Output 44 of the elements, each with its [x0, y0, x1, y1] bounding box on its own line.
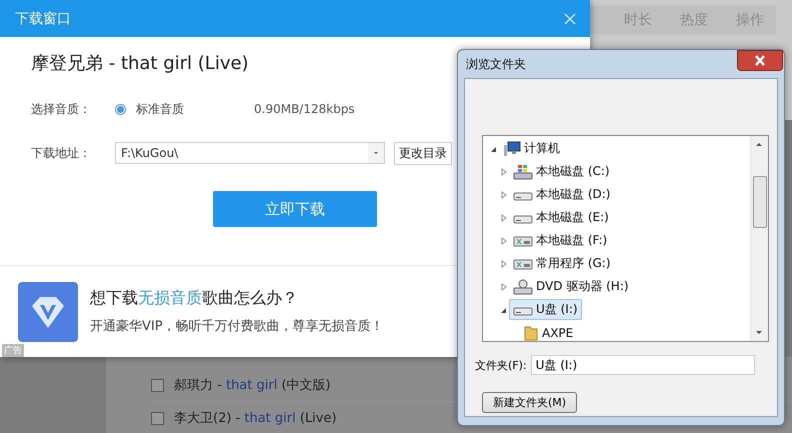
tree-item[interactable]: U盘 (I:) — [509, 299, 582, 320]
scroll-down-icon[interactable] — [754, 329, 764, 337]
folder-icon — [523, 324, 539, 340]
new-folder-button[interactable]: 新建文件夹(M) — [482, 392, 578, 413]
tree-item[interactable]: 本地磁盘 (E:) — [509, 207, 613, 228]
ad-label: 广告 — [2, 344, 24, 357]
checkbox[interactable] — [151, 412, 164, 424]
window-title: 浏览文件夹 — [466, 56, 526, 72]
drive-icon — [513, 164, 533, 180]
folder-field[interactable]: U盘 (I:) — [530, 355, 755, 375]
checkbox[interactable] — [151, 378, 164, 392]
tree-item[interactable]: 本地磁盘 (D:) — [509, 184, 614, 205]
path-dropdown[interactable]: F:\KuGou\ — [115, 142, 385, 164]
expand-arrow-icon[interactable] — [499, 166, 509, 176]
track-title[interactable]: 李大卫(2) - that girl (Live) — [174, 409, 337, 427]
quality-option: 标准音质 — [136, 100, 254, 118]
field-label: 选择音质： — [31, 100, 92, 118]
scroll-thumb[interactable] — [753, 176, 767, 228]
field-label: 下载地址： — [31, 144, 92, 162]
scrollbar[interactable] — [750, 136, 768, 341]
tree-item[interactable]: DVD 驱动器 (H:) — [509, 276, 633, 297]
scroll-up-icon[interactable] — [754, 140, 764, 148]
expand-arrow-icon[interactable] — [499, 282, 509, 292]
field-label: 文件夹(F): — [475, 358, 527, 372]
tree-item[interactable]: 常用程序 (G:) — [509, 253, 615, 274]
dialog-title: 下载窗口 — [15, 10, 71, 28]
radio-button[interactable] — [115, 104, 126, 114]
expand-arrow-icon[interactable] — [499, 236, 509, 246]
dvd-drive-icon — [513, 278, 533, 294]
ad-headline: 想下载无损音质歌曲怎么办？ — [90, 288, 299, 309]
ad-subtitle: 开通豪华VIP，畅听千万付费歌曲，尊享无损音质！ — [90, 318, 384, 335]
close-icon[interactable] — [737, 50, 783, 70]
change-directory-button[interactable]: 更改目录 — [394, 142, 452, 164]
tree-item[interactable]: 计算机 — [499, 138, 564, 159]
tree-item[interactable]: 本地磁盘 (F:) — [509, 230, 612, 251]
expand-arrow-icon[interactable] — [499, 258, 509, 268]
expand-arrow-icon[interactable] — [499, 212, 509, 222]
tree-item[interactable]: AXPE — [519, 322, 578, 341]
computer-icon — [503, 140, 521, 156]
song-title: 摩登兄弟 - that girl (Live) — [31, 52, 249, 75]
track-title[interactable]: 郝琪力 - that girl (中文版) — [174, 376, 331, 394]
tree-item[interactable]: 本地磁盘 (C:) — [509, 161, 614, 182]
file-size-text: 0.90MB/128kbps — [254, 102, 355, 116]
expand-arrow-icon[interactable] — [499, 190, 509, 200]
